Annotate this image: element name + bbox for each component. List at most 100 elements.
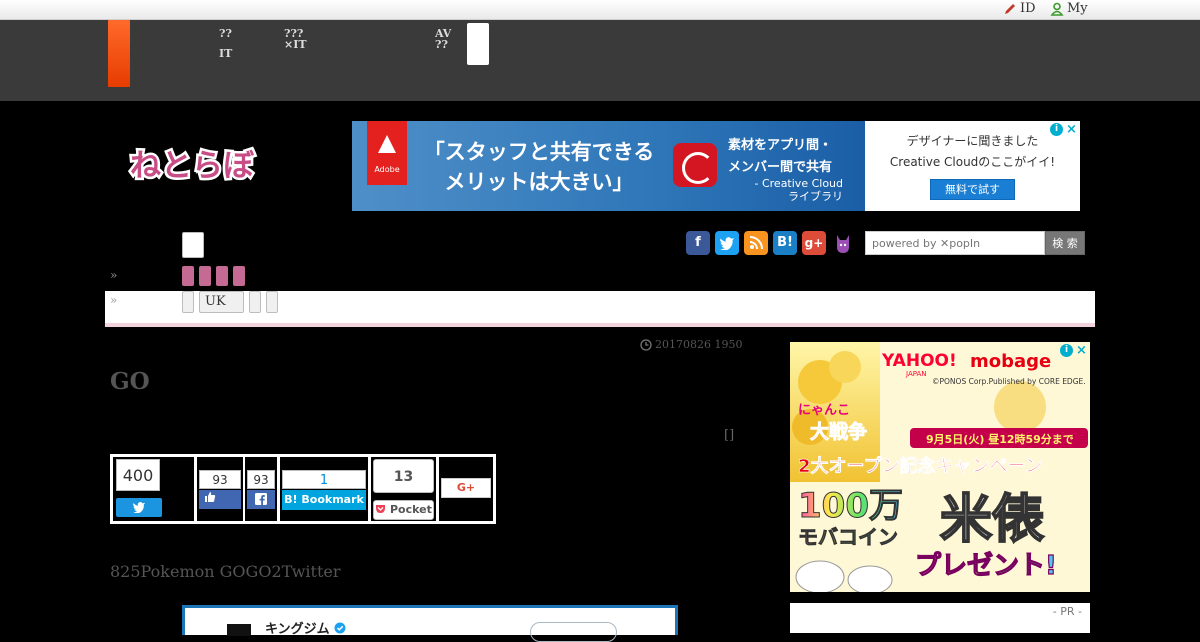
ad-mid-line4: ライブラリ [788,190,843,203]
close-icon[interactable]: × [1075,344,1088,357]
twitter-share[interactable]: 400 [113,457,194,521]
rss-icon[interactable] [744,231,768,255]
header-nav-item-2[interactable]: ??? ×IT [284,28,307,50]
id-link[interactable]: ID [1003,1,1036,16]
header-nav-item-1[interactable]: ?? IT [219,28,232,59]
game-title-2: 大戦争 [810,420,867,443]
game-title-1: にゃんこ [798,403,850,418]
googleplus-button[interactable]: G+ [441,478,491,498]
tweet-avatar [227,624,251,636]
clock-icon [640,338,652,351]
sub-tag-uk[interactable]: UK [199,291,244,313]
thumbs-up-icon [205,492,216,502]
sub-tag-1[interactable] [182,291,194,313]
twitter-icon[interactable] [715,231,739,255]
hatena-icon[interactable]: B! [773,231,797,255]
pocket-count: 13 [373,459,434,493]
category-tag-4[interactable] [233,266,245,286]
search-input[interactable] [865,231,1045,255]
ad-headline-line2: メリットは大きい」 [444,170,634,194]
breadcrumb-arrow: » [110,293,118,307]
prize-rice: 米俵 [940,490,1044,550]
prize-currency: モバコイン [798,525,898,549]
publish-datetime: 20170826 1950 [640,338,742,351]
hatena-icon: B! [284,493,298,506]
adobe-logo: Adobe [367,121,407,185]
ad-right-copy: デザイナーに聞きました Creative Cloudのここがイイ! 無料で試す [865,121,1080,211]
creative-cloud-icon [673,143,717,187]
googleplus-share[interactable]: G+ [439,457,493,521]
datetime-text: 20170826 1950 [655,338,743,351]
header-nav-sub-label: ×IT [284,38,307,51]
like-button[interactable] [199,490,241,509]
ad-headline: 「スタッフと共有できる メリットは大きい」 [414,137,664,197]
my-link[interactable]: My [1050,1,1088,16]
campaign-title: 2大オープン記念キャンペーン [798,455,1043,477]
googleplus-icon[interactable]: g+ [802,231,826,255]
adobe-logo-label: Adobe [374,165,400,174]
info-icon: i [1060,344,1073,357]
my-link-label: My [1067,1,1088,16]
search-button[interactable]: 検 索 [1045,231,1085,255]
site-header [0,20,1200,101]
category-tag-1[interactable] [182,266,194,286]
sub-nav-divider [105,323,1095,327]
brand-tab[interactable] [108,20,130,87]
present-label: プレゼント! [915,551,1057,581]
yahoo-japan-label: JAPAN [905,370,927,378]
facebook-icon[interactable]: f [686,231,710,255]
header-nav-sub-label: IT [219,47,233,60]
top-banner-ad[interactable]: Adobe 「スタッフと共有できる メリットは大きい」 素材をアプリ間・ メンバ… [352,121,1080,211]
like-count: 93 [199,470,241,489]
ad-mid-line1: 素材をアプリ間・ [728,138,833,153]
campaign-date: 9月5日(火) 昼12時59分まで [926,432,1074,446]
category-tag-2[interactable] [199,266,211,286]
share-buttons: 400 93 93 1 B! Bookmark 13 Pocket G+ [110,454,496,524]
nav-menu-box[interactable] [182,232,204,258]
hatena-label: Bookmark [301,493,364,506]
category-tag-3[interactable] [216,266,228,286]
header-nav-item-3[interactable]: AV ?? [435,28,451,50]
article-brackets: [] [724,428,735,443]
ad-copyright: ©PONOS Corp.Published by CORE EDGE. [932,377,1086,386]
pocket-label: Pocket [389,503,432,516]
header-nav-label: ?? [219,27,232,40]
yahoo-logo: YAHOO! [881,351,957,371]
twitter-share-count: 400 [116,459,160,491]
tweet-follow-button[interactable] [530,622,617,642]
ad-cta-button[interactable]: 無料で試す [930,179,1015,200]
hatena-bookmark[interactable]: 1 B! Bookmark [280,457,368,521]
breadcrumb-arrow: » [110,268,118,282]
verified-icon [334,622,346,634]
ad-right-line1: デザイナーに聞きました [906,134,1039,148]
sub-tag-4[interactable] [266,291,278,313]
ad-choices[interactable]: i × [1050,123,1078,137]
ad-right-line2: Creative Cloudのここがイイ! [889,155,1056,169]
site-logo[interactable]: ねとらぼ ねとらぼ [128,138,260,194]
id-link-label: ID [1020,1,1036,16]
cat-icon[interactable] [831,231,855,255]
ad-headline-line1: 「スタッフと共有できる [423,140,655,164]
info-icon: i [1050,123,1063,136]
article-title: GO [110,368,150,395]
facebook-like[interactable]: 93 [197,457,243,521]
hatena-count: 1 [282,470,366,489]
facebook-share[interactable]: 93 [245,457,277,521]
side-banner-ad[interactable]: YAHOO! JAPAN mobage ©PONOS Corp.Publishe… [790,342,1090,592]
pencil-icon [1005,3,1015,14]
pocket-icon [376,505,386,513]
twitter-share-button[interactable] [116,498,162,517]
header-search-box[interactable] [467,23,489,65]
sub-tag-3[interactable] [249,291,261,313]
twitter-icon [133,501,145,514]
pocket-save[interactable]: 13 Pocket [371,457,436,521]
ad-choices[interactable]: i × [1060,344,1088,358]
logo-text: ねとらぼ [130,148,255,184]
pocket-button[interactable]: Pocket [373,500,434,520]
facebook-share-button[interactable] [247,490,275,509]
article-lead: 825Pokemon GOGO2Twitter [110,562,341,581]
embedded-tweet[interactable]: キングジム [182,605,678,642]
ad-middle-small-copy: - Creative Cloud ライブラリ [728,177,844,203]
close-icon[interactable]: × [1065,123,1078,136]
hatena-bookmark-button[interactable]: B! Bookmark [282,490,366,510]
